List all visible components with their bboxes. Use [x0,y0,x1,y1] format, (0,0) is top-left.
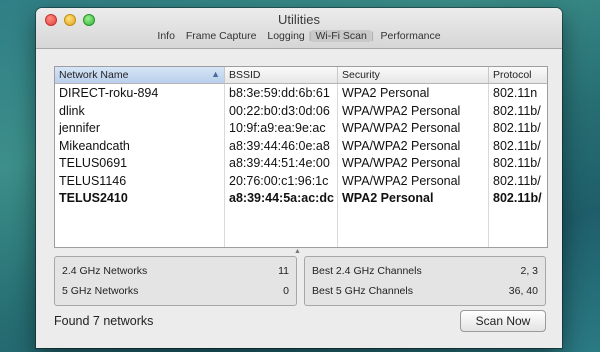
cell-network-name: dlink [55,101,225,119]
table-row[interactable]: TELUS0691 a8:39:44:51:4e:00 WPA/WPA2 Per… [55,154,547,172]
cell-bssid: a8:39:44:46:0e:a8 [225,136,338,154]
tab-bar: Info Frame Capture Logging | Wi-Fi Scan | P… [36,30,562,42]
scan-now-button[interactable]: Scan Now [460,310,546,332]
tab-separator: | [370,30,374,42]
utilities-window: Utilities Info Frame Capture Logging | Wi-… [36,8,562,348]
splitter-handle-icon[interactable]: ▲ [294,248,301,255]
stat-5ghz-networks: 5 GHz Networks 0 [62,285,289,299]
table-row[interactable]: DIRECT-roku-894 b8:3e:59:dd:6b:61 WPA2 P… [55,84,547,102]
stat-24ghz-networks: 2.4 GHz Networks 11 [62,265,289,279]
best-channels-panel: Best 2.4 GHz Channels 2, 3 Best 5 GHz Ch… [304,256,546,306]
band-summary-panel: 2.4 GHz Networks 11 5 GHz Networks 0 [54,256,297,306]
column-header-protocol[interactable]: Protocol [489,67,547,83]
column-header-bssid[interactable]: BSSID [225,67,338,83]
cell-protocol: 802.11b/ [493,156,541,170]
stat-label: 5 GHz Networks [62,285,139,297]
column-header-security[interactable]: Security [338,67,489,83]
stat-best-24ghz-channels: Best 2.4 GHz Channels 2, 3 [312,265,538,279]
stat-value: 36, 40 [508,285,538,297]
cell-bssid: 00:22:b0:d3:0d:06 [225,101,338,119]
cell-network-name: TELUS1146 [55,171,225,189]
tab-logging[interactable]: Logging [263,30,308,42]
column-header-network-name[interactable]: Network Name ▲ [55,67,225,83]
cell-bssid: b8:3e:59:dd:6b:61 [225,84,338,102]
empty-row [55,241,547,247]
cell-security: WPA/WPA2 Personal [338,136,489,154]
cell-network-name: jennifer [55,119,225,137]
table-header: Network Name ▲ BSSID Security Protocol [55,67,547,84]
cell-security: WPA2 Personal [338,84,489,102]
stat-value: 0 [283,285,289,297]
cell-security: WPA/WPA2 Personal [338,171,489,189]
stat-label: 2.4 GHz Networks [62,265,148,277]
cell-security: WPA/WPA2 Personal [338,154,489,172]
tab-wifi-scan[interactable]: Wi-Fi Scan [311,30,371,42]
window-title: Utilities [278,12,320,27]
cell-network-name: DIRECT-roku-894 [55,84,225,102]
stat-label: Best 5 GHz Channels [312,285,413,297]
cell-bssid: a8:39:44:5a:ac:dc [225,189,338,207]
table-row[interactable]: Mikeandcath a8:39:44:46:0e:a8 WPA/WPA2 P… [55,136,547,154]
cell-network-name: TELUS2410 [55,189,225,207]
column-header-label: Security [342,69,380,81]
cell-security: WPA/WPA2 Personal [338,119,489,137]
cell-protocol: 802.11n [493,86,538,100]
column-header-label: BSSID [229,69,261,81]
networks-table[interactable]: Network Name ▲ BSSID Security Protocol D… [54,66,548,248]
table-row[interactable]: dlink 00:22:b0:d3:0d:06 WPA/WPA2 Persona… [55,101,547,119]
cell-bssid: a8:39:44:51:4e:00 [225,154,338,172]
stat-label: Best 2.4 GHz Channels [312,265,422,277]
cell-bssid: 10:9f:a9:ea:9e:ac [225,119,338,137]
tab-performance[interactable]: Performance [376,30,444,42]
stat-value: 11 [278,265,289,277]
cell-network-name: Mikeandcath [55,136,225,154]
column-header-label: Network Name [59,69,129,81]
table-row[interactable]: jennifer 10:9f:a9:ea:9e:ac WPA/WPA2 Pers… [55,119,547,137]
cell-protocol: 802.11b/ [493,191,542,205]
tab-frame-capture[interactable]: Frame Capture [182,30,261,42]
sort-ascending-icon: ▲ [211,69,220,79]
cell-bssid: 20:76:00:c1:96:1c [225,171,338,189]
table-body: DIRECT-roku-894 b8:3e:59:dd:6b:61 WPA2 P… [55,84,547,247]
networks-found-status: Found 7 networks [54,314,154,328]
cell-protocol: 802.11b/ [493,121,541,135]
cell-protocol: 802.11b/ [493,173,541,188]
empty-row [55,206,547,224]
stat-value: 2, 3 [520,265,538,277]
cell-protocol: 802.11b/ [493,138,541,153]
tab-info[interactable]: Info [153,30,179,42]
title-bar: Utilities Info Frame Capture Logging | Wi-… [36,8,562,49]
stat-best-5ghz-channels: Best 5 GHz Channels 36, 40 [312,285,538,299]
cell-security: WPA2 Personal [338,189,489,207]
cell-network-name: TELUS0691 [55,154,225,172]
empty-row [55,224,547,242]
table-row[interactable]: TELUS1146 20:76:00:c1:96:1c WPA/WPA2 Per… [55,171,547,189]
cell-security: WPA/WPA2 Personal [338,101,489,119]
cell-protocol: 802.11b/ [493,103,541,118]
column-header-label: Protocol [493,69,532,81]
table-row-selected[interactable]: TELUS2410 a8:39:44:5a:ac:dc WPA2 Persona… [55,189,547,207]
